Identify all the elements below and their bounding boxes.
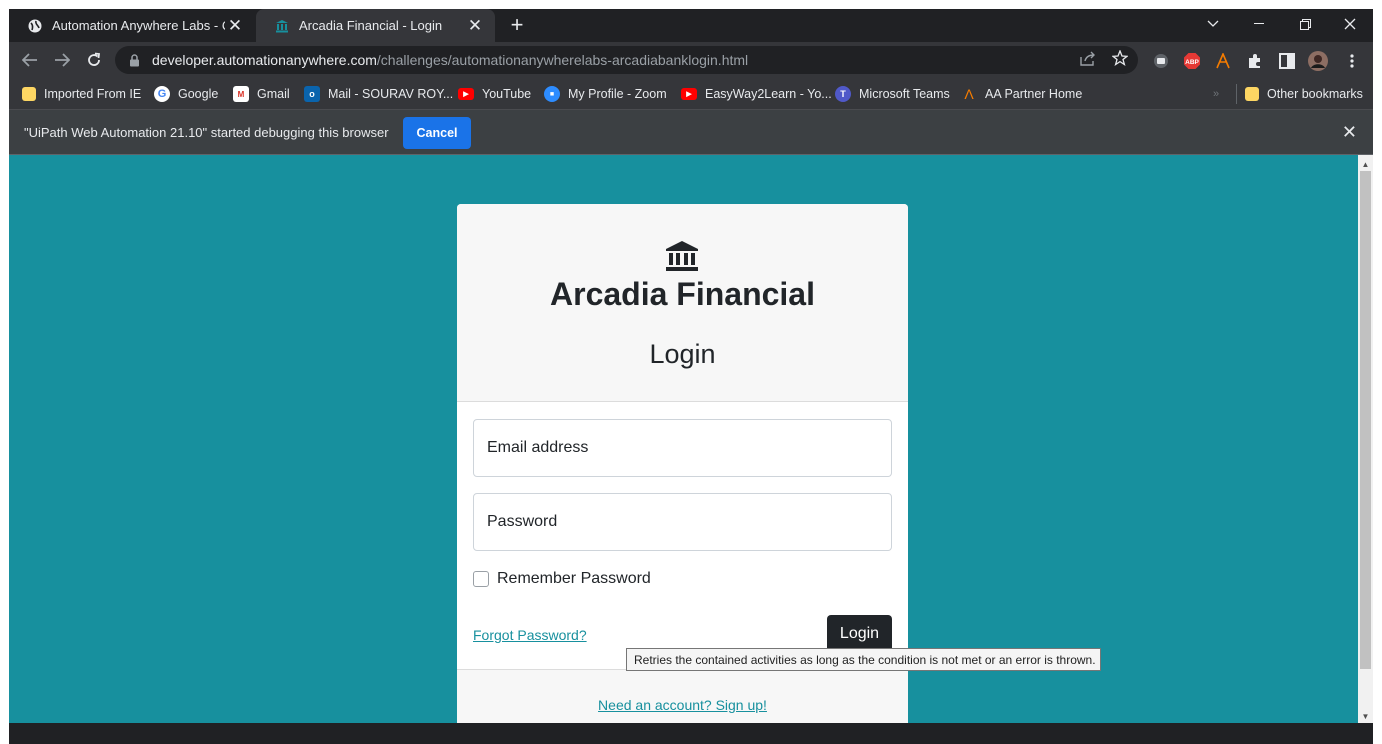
tab-search-chevron-icon[interactable] xyxy=(1190,9,1236,39)
close-infobar-icon[interactable]: ✕ xyxy=(1342,122,1357,143)
reload-icon[interactable] xyxy=(80,47,108,73)
bookmark-google[interactable]: G Google xyxy=(154,84,218,104)
bookmark-imported-from-ie[interactable]: Imported From IE xyxy=(22,84,141,104)
bookmark-label: Mail - SOURAV ROY... xyxy=(328,87,454,101)
bookmark-label: AA Partner Home xyxy=(985,87,1083,101)
back-arrow-icon[interactable] xyxy=(16,47,44,73)
folder-icon xyxy=(1245,87,1259,101)
puzzle-extensions-icon[interactable] xyxy=(1245,51,1265,71)
bank-icon xyxy=(274,18,290,34)
login-card-footer: Need an account? Sign up! xyxy=(457,669,908,723)
address-bar[interactable]: developer.automationanywhere.com/challen… xyxy=(115,46,1138,74)
bookmark-label: My Profile - Zoom xyxy=(568,87,667,101)
bookmark-label: EasyWay2Learn - Yo... xyxy=(705,87,832,101)
email-field[interactable]: Email address xyxy=(473,419,892,477)
menu-kebab-icon[interactable] xyxy=(1342,51,1362,71)
lock-icon xyxy=(129,53,140,67)
bookmark-label: Gmail xyxy=(257,87,290,101)
remember-password-label: Remember Password xyxy=(497,570,651,587)
automation-anywhere-extension-icon[interactable] xyxy=(1213,51,1233,71)
remember-password-checkbox[interactable] xyxy=(473,571,489,587)
tab-title: Automation Anywhere Labs - Qu xyxy=(52,18,225,33)
share-icon[interactable] xyxy=(1076,46,1100,70)
forgot-password-link[interactable]: Forgot Password? xyxy=(473,627,587,643)
gmail-icon: M xyxy=(233,86,249,102)
vertical-scrollbar[interactable]: ▲ ▼ xyxy=(1358,155,1373,723)
bookmark-label: Google xyxy=(178,87,219,101)
globe-icon xyxy=(27,18,43,34)
outlook-icon: o xyxy=(304,86,320,102)
teams-icon: T xyxy=(835,86,851,102)
bookmark-microsoft-teams[interactable]: T Microsoft Teams xyxy=(835,84,950,104)
login-heading: Login xyxy=(649,339,716,369)
bookmark-label: Imported From IE xyxy=(44,87,142,101)
other-bookmarks-label: Other bookmarks xyxy=(1267,87,1363,101)
debugging-message: "UiPath Web Automation 21.10" started de… xyxy=(24,125,389,140)
bookmarks-overflow-chevron-icon[interactable]: » xyxy=(1213,84,1219,104)
minimize-icon[interactable] xyxy=(1236,9,1282,39)
page-content: Arcadia Financial Login Email address Pa… xyxy=(9,155,1358,723)
bookmark-youtube[interactable]: ▶ YouTube xyxy=(458,84,531,104)
bookmark-aa-partner-home[interactable]: Λ AA Partner Home xyxy=(961,84,1082,104)
login-card-header: Arcadia Financial Login xyxy=(457,204,908,402)
restore-icon[interactable] xyxy=(1282,9,1328,39)
tooltip: Retries the contained activities as long… xyxy=(626,648,1101,671)
bank-icon xyxy=(665,240,699,272)
browser-window: Automation Anywhere Labs - Qu ✕ Arcadia … xyxy=(9,9,1373,744)
bookmark-my-profile-zoom[interactable]: ■ My Profile - Zoom xyxy=(544,84,667,104)
close-window-icon[interactable] xyxy=(1327,9,1373,39)
youtube-icon: ▶ xyxy=(458,88,474,100)
extension-icon[interactable] xyxy=(1151,51,1171,71)
remember-password-row: Remember Password xyxy=(473,570,651,588)
login-card: Arcadia Financial Login Email address Pa… xyxy=(457,204,908,723)
bookmark-label: Microsoft Teams xyxy=(859,87,950,101)
bookmark-label: YouTube xyxy=(482,87,532,101)
side-panel-icon[interactable] xyxy=(1277,51,1297,71)
close-tab-icon[interactable]: ✕ xyxy=(225,16,245,36)
debugging-infobar: "UiPath Web Automation 21.10" started de… xyxy=(9,110,1373,155)
signup-link[interactable]: Need an account? Sign up! xyxy=(457,697,908,713)
adblock-plus-icon[interactable]: ABP xyxy=(1182,51,1202,71)
scroll-up-arrow-icon[interactable]: ▲ xyxy=(1358,157,1373,171)
tab-title: Arcadia Financial - Login xyxy=(299,18,443,33)
forward-arrow-icon[interactable] xyxy=(48,47,76,73)
cancel-debugging-button[interactable]: Cancel xyxy=(403,117,471,149)
password-field[interactable]: Password xyxy=(473,493,892,551)
close-tab-icon[interactable]: ✕ xyxy=(465,16,485,36)
bookmarks-bar: Imported From IE G Google M Gmail o Mail… xyxy=(9,78,1373,110)
url-host: developer.automationanywhere.com xyxy=(152,52,377,68)
url-path: /challenges/automationanywherelabs-arcad… xyxy=(376,52,749,68)
aa-logo-icon: Λ xyxy=(964,86,974,102)
google-icon: G xyxy=(154,86,170,102)
youtube-icon: ▶ xyxy=(681,88,697,100)
tab-strip: Automation Anywhere Labs - Qu ✕ Arcadia … xyxy=(9,9,1373,42)
bookmark-mail-sourav-roy[interactable]: o Mail - SOURAV ROY... xyxy=(304,84,453,104)
folder-icon xyxy=(22,87,36,101)
scroll-down-arrow-icon[interactable]: ▼ xyxy=(1358,709,1373,723)
zoom-icon: ■ xyxy=(544,86,560,102)
browser-toolbar: developer.automationanywhere.com/challen… xyxy=(9,42,1373,78)
svg-text:ABP: ABP xyxy=(1185,59,1199,66)
other-bookmarks[interactable]: Other bookmarks xyxy=(1236,84,1363,104)
scrollbar-thumb[interactable] xyxy=(1360,171,1371,669)
bookmark-easyway2learn[interactable]: ▶ EasyWay2Learn - Yo... xyxy=(681,84,832,104)
bookmark-gmail[interactable]: M Gmail xyxy=(233,84,290,104)
bookmark-star-icon[interactable] xyxy=(1108,46,1132,70)
bottom-edge xyxy=(9,723,1373,744)
tab-automation-anywhere-labs[interactable]: Automation Anywhere Labs - Qu ✕ xyxy=(9,9,255,42)
new-tab-icon[interactable]: + xyxy=(506,14,528,36)
tab-arcadia-financial-login[interactable]: Arcadia Financial - Login ✕ xyxy=(256,9,495,42)
brand-title: Arcadia Financial xyxy=(550,276,815,312)
profile-avatar[interactable] xyxy=(1308,51,1328,71)
